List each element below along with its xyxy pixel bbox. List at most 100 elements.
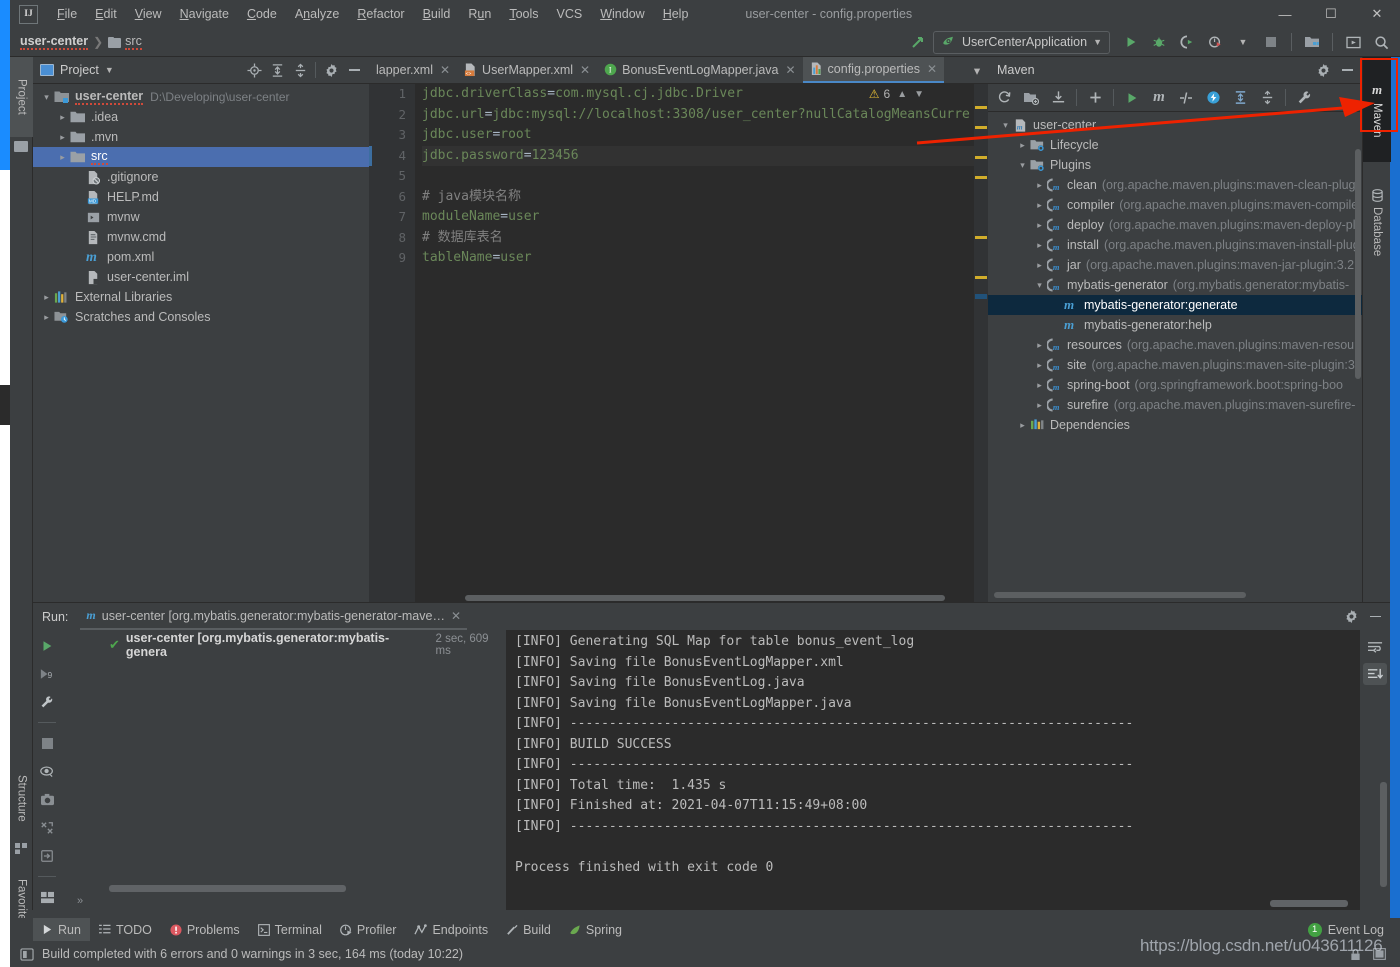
gear-icon[interactable] xyxy=(320,59,342,81)
menu-window[interactable]: Window xyxy=(591,3,653,25)
run-test-tree[interactable]: ✔ user-center [org.mybatis.generator:myb… xyxy=(61,630,506,910)
inspection-widget[interactable]: ⚠ 6 ▲ ▼ xyxy=(869,87,924,101)
expand-all-icon[interactable] xyxy=(1227,86,1253,110)
layout-icon[interactable] xyxy=(37,888,57,907)
chevron-down-icon[interactable] xyxy=(998,120,1013,131)
run-console-output[interactable]: [INFO] Generating SQL Map for table bonu… xyxy=(506,630,1360,910)
chevron-right-icon[interactable] xyxy=(55,152,70,163)
maven-tree[interactable]: muser-centerLifecyclePluginsmclean(org.a… xyxy=(988,112,1362,582)
maven-goal-icon[interactable]: m xyxy=(1146,86,1172,110)
close-icon[interactable]: ✕ xyxy=(440,63,450,77)
execute-icon[interactable] xyxy=(1200,86,1226,110)
settings-wrench-icon[interactable] xyxy=(37,692,57,711)
maven-tree-row[interactable]: mjar (org.apache.maven.plugins:maven-jar-… xyxy=(988,255,1362,275)
run-icon[interactable] xyxy=(1118,30,1144,54)
profile-icon[interactable] xyxy=(1202,30,1228,54)
chevron-right-icon[interactable] xyxy=(55,112,70,123)
build-icon[interactable] xyxy=(905,30,931,54)
bottom-tab-profiler[interactable]: Profiler xyxy=(331,918,406,941)
menu-navigate[interactable]: Navigate xyxy=(171,3,238,25)
maven-tree-row[interactable]: m spring-boot (org.springframework.boot:sp… xyxy=(988,375,1362,395)
tree-row[interactable]: m pom.xml xyxy=(33,247,369,267)
chevron-right-icon[interactable] xyxy=(1032,400,1047,411)
close-icon[interactable]: ✕ xyxy=(451,609,461,623)
hide-panel-icon[interactable] xyxy=(1336,59,1358,81)
maven-tree-row[interactable]: Lifecycle xyxy=(988,135,1362,155)
maven-tree-row[interactable]: msite (org.apache.maven.plugins:maven-sit… xyxy=(988,355,1362,375)
chevron-right-icon[interactable] xyxy=(1032,240,1047,251)
collapse-all-icon[interactable] xyxy=(1254,86,1280,110)
tree-row[interactable]: .gitignore xyxy=(33,167,369,187)
code-line[interactable]: jdbc.password=123456 xyxy=(422,145,988,166)
window-controls[interactable]: — ☐ ✕ xyxy=(1262,0,1400,28)
chevron-right-icon[interactable] xyxy=(39,292,54,303)
breadcrumb[interactable]: user-center ❯ src xyxy=(20,34,142,50)
maven-tree-row[interactable]: m surefire (org.apache.maven.plugins:maven… xyxy=(988,395,1362,415)
code-line[interactable]: tableName=user xyxy=(422,248,988,269)
breadcrumb-project[interactable]: user-center xyxy=(20,34,89,50)
tree-row[interactable]: MD HELP.md xyxy=(33,187,369,207)
main-menu[interactable]: FFileile Edit View Navigate Code Analyze… xyxy=(48,3,697,25)
chevron-down-icon[interactable] xyxy=(1015,160,1030,171)
menu-vcs[interactable]: VCS xyxy=(548,3,592,25)
chevron-right-icon[interactable] xyxy=(1015,420,1030,431)
chevron-right-icon[interactable] xyxy=(1032,180,1047,191)
stop-icon[interactable] xyxy=(1258,30,1284,54)
code-line[interactable]: # 数据库表名 xyxy=(422,228,988,249)
console-vertical-scrollbar[interactable] xyxy=(1380,782,1387,887)
maven-vertical-scrollbar[interactable] xyxy=(1355,149,1361,379)
tree-row[interactable]: .idea xyxy=(33,107,369,127)
sidebar-item-project[interactable]: Project xyxy=(10,57,33,137)
previous-problem-icon[interactable]: ▲ xyxy=(897,89,907,100)
search-everywhere-icon[interactable] xyxy=(1368,30,1394,54)
close-button[interactable]: ✕ xyxy=(1354,0,1400,28)
editor-tab[interactable]: <> UserMapper.xml ✕ xyxy=(457,57,597,83)
run-configuration-selector[interactable]: UserCenterApplication ▼ xyxy=(933,30,1110,54)
console-horizontal-scrollbar[interactable] xyxy=(1270,900,1348,907)
run-tree-horizontal-scrollbar[interactable] xyxy=(109,885,346,892)
locate-icon[interactable] xyxy=(243,59,265,81)
error-stripe[interactable] xyxy=(974,84,988,602)
hide-panel-icon[interactable] xyxy=(1364,606,1386,628)
menu-analyze[interactable]: Analyze xyxy=(286,3,348,25)
menu-refactor[interactable]: Refactor xyxy=(348,3,413,25)
show-passed-icon[interactable] xyxy=(37,762,57,781)
run-tree-item[interactable]: ✔ user-center [org.mybatis.generator:myb… xyxy=(61,631,506,659)
collapse-all-icon[interactable] xyxy=(289,59,311,81)
chevron-right-icon[interactable] xyxy=(1032,220,1047,231)
breadcrumb-src[interactable]: src xyxy=(125,34,142,50)
bottom-tab-run[interactable]: Run xyxy=(33,918,90,941)
code-line[interactable]: # java模块名称 xyxy=(422,187,988,208)
tree-row[interactable]: .mvn xyxy=(33,127,369,147)
rerun-icon[interactable] xyxy=(37,636,57,655)
bottom-tab-endpoints[interactable]: Endpoints xyxy=(405,918,497,941)
add-maven-project-icon[interactable] xyxy=(1018,86,1044,110)
sort-icon[interactable] xyxy=(37,818,57,837)
maven-tree-row[interactable]: m mybatis-generator (org.mybatis.generator… xyxy=(988,275,1362,295)
menu-view[interactable]: View xyxy=(126,3,171,25)
maven-tree-row[interactable]: m compiler (org.apache.maven.plugins:maven… xyxy=(988,195,1362,215)
maven-tree-row[interactable]: mdeploy (org.apache.maven.plugins:maven-d… xyxy=(988,215,1362,235)
bottom-tab-terminal[interactable]: Terminal xyxy=(249,918,331,941)
run-with-coverage-icon[interactable] xyxy=(1174,30,1200,54)
menu-edit[interactable]: Edit xyxy=(86,3,126,25)
bottom-tab-spring[interactable]: Spring xyxy=(560,918,631,941)
update-icon[interactable] xyxy=(1340,30,1366,54)
tree-row[interactable]: External Libraries xyxy=(33,287,369,307)
editor-horizontal-scrollbar[interactable] xyxy=(415,593,974,602)
dropdown-arrow-icon[interactable]: ▼ xyxy=(1230,30,1256,54)
chevron-right-icon[interactable] xyxy=(1032,360,1047,371)
run-session-tab[interactable]: m user-center [org.mybatis.generator:myb… xyxy=(80,604,468,630)
next-problem-icon[interactable]: ▼ xyxy=(914,89,924,100)
expand-all-icon[interactable] xyxy=(266,59,288,81)
chevron-right-icon[interactable] xyxy=(1032,380,1047,391)
chevron-down-icon[interactable]: ▾ xyxy=(966,57,988,83)
chevron-down-icon[interactable]: ▼ xyxy=(105,65,114,75)
code-line[interactable]: jdbc.user=root xyxy=(422,125,988,146)
menu-run[interactable]: Run xyxy=(459,3,500,25)
menu-help[interactable]: Help xyxy=(654,3,698,25)
reload-icon[interactable] xyxy=(991,86,1017,110)
editor-tabs[interactable]: lapper.xml ✕ <> UserMapper.xml ✕ I BonusEventL… xyxy=(369,57,988,84)
menu-file[interactable]: FFileile xyxy=(48,3,86,25)
maven-tree-row[interactable]: m mybatis-generator:help xyxy=(988,315,1362,335)
